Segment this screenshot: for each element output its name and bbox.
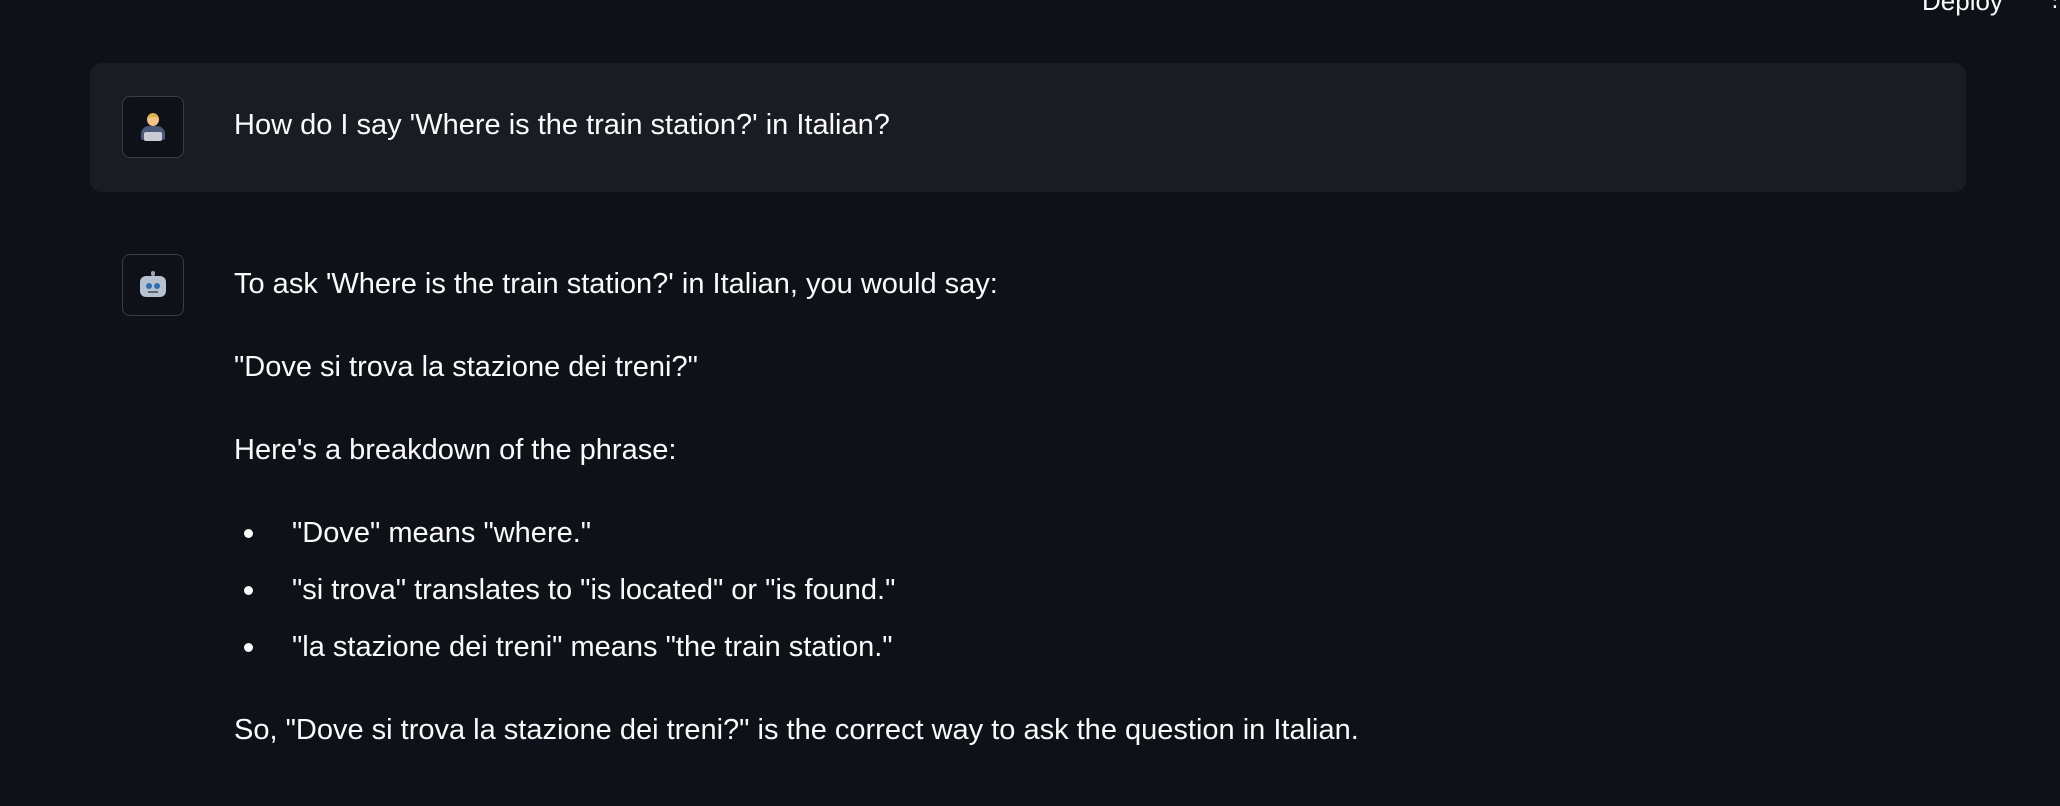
assistant-avatar [122, 254, 184, 316]
assistant-message-content: To ask 'Where is the train station?' in … [234, 254, 1966, 750]
list-item-text: "si trova" translates to "is located" or… [292, 574, 896, 606]
bullet-icon [244, 586, 253, 595]
breakdown-list: "Dove" means "where." "si trova" transla… [234, 513, 1966, 667]
app-page: Deploy ⋮ How do I say 'Where is the trai… [0, 0, 2060, 806]
deploy-button[interactable]: Deploy [1908, 0, 2017, 14]
user-message-content: How do I say 'Where is the train station… [234, 95, 1966, 145]
robot-icon [138, 271, 168, 299]
breakdown-heading-text: Here's a breakdown of the phrase: [234, 434, 677, 466]
assistant-conclusion-text: So, "Dove si trova la stazione dei treni… [234, 714, 1359, 746]
user-message-text: How do I say 'Where is the train station… [234, 109, 890, 141]
list-item: "la stazione dei treni" means "the train… [234, 627, 1966, 667]
user-avatar [122, 96, 184, 158]
list-item-text: "Dove" means "where." [292, 517, 592, 549]
italian-phrase-text: "Dove si trova la stazione dei treni?" [234, 351, 698, 383]
list-item: "si trova" translates to "is located" or… [234, 570, 1966, 610]
assistant-intro-text: To ask 'Where is the train station?' in … [234, 268, 998, 300]
list-item: "Dove" means "where." [234, 513, 1966, 553]
bullet-icon [244, 643, 253, 652]
chat-container: How do I say 'Where is the train station… [90, 63, 1966, 806]
user-chat-message: How do I say 'Where is the train station… [90, 63, 1966, 192]
main-menu-icon[interactable]: ⋮ [2044, 0, 2060, 14]
assistant-chat-message: To ask 'Where is the train station?' in … [90, 221, 1966, 806]
list-item-text: "la stazione dei treni" means "the train… [292, 631, 893, 663]
bullet-icon [244, 529, 253, 538]
user-laptop-icon [139, 112, 167, 142]
